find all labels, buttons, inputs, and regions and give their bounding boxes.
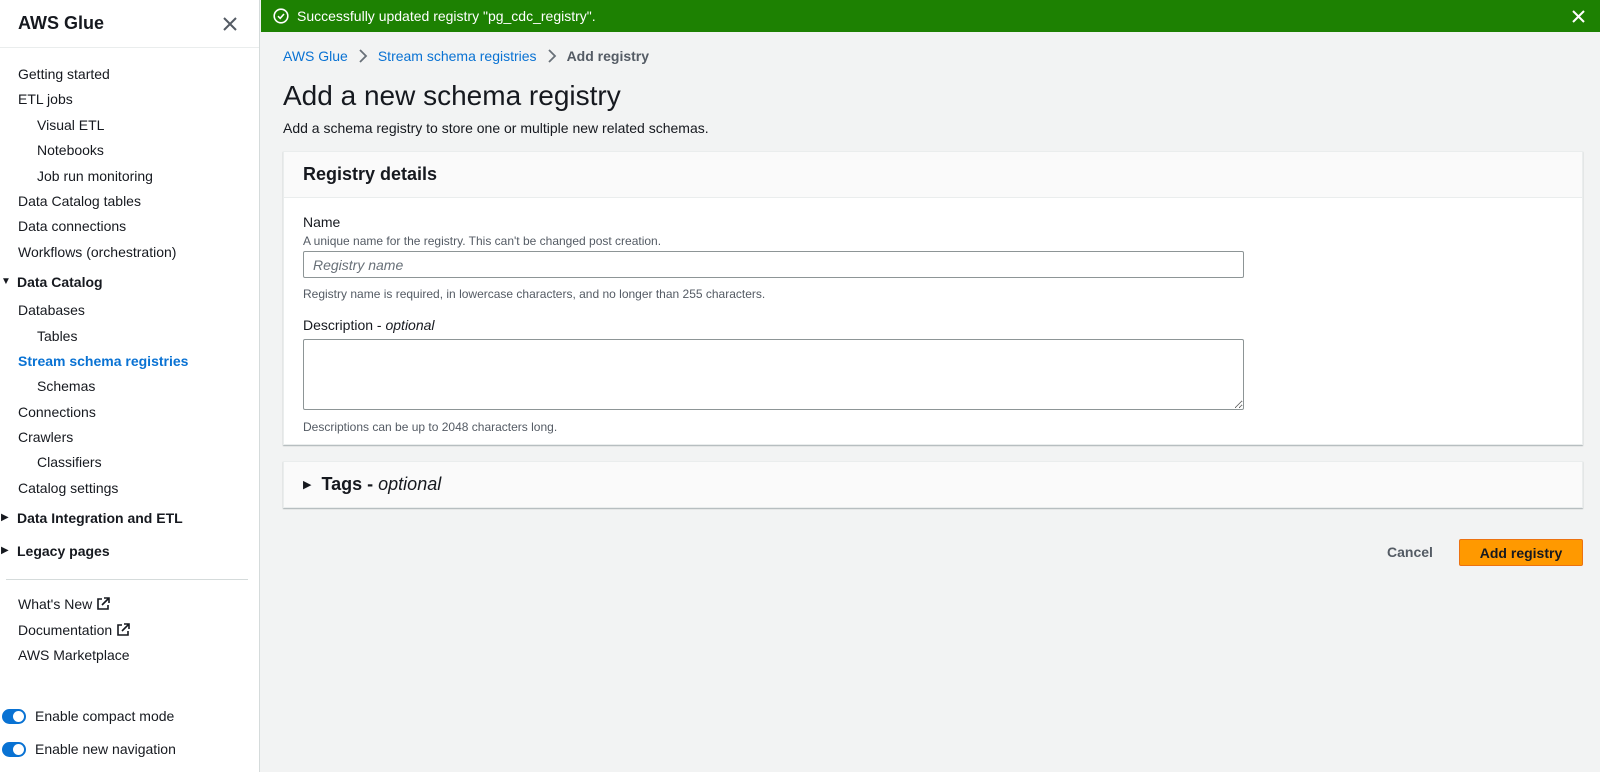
sidebar-header: AWS Glue [0, 0, 259, 48]
sidebar-item-databases[interactable]: Databases [0, 298, 260, 323]
sidebar-item-etl-jobs[interactable]: ETL jobs [0, 87, 260, 112]
dismiss-icon[interactable] [1568, 6, 1588, 26]
description-label-text: Description [303, 317, 374, 333]
sidebar-item-stream-schema-registries[interactable]: Stream schema registries [0, 349, 260, 374]
tags-label: Tags [321, 474, 363, 494]
page-title: Add a new schema registry [283, 80, 621, 111]
section-label: Data Catalog [17, 273, 103, 290]
chevron-right-icon [547, 49, 557, 63]
sidebar-link-documentation[interactable]: Documentation [0, 618, 260, 643]
sidebar-link-aws-marketplace[interactable]: AWS Marketplace [0, 643, 260, 668]
success-check-icon [273, 8, 289, 24]
breadcrumb-aws-glue[interactable]: AWS Glue [283, 48, 348, 64]
sidebar-item-schemas[interactable]: Schemas [0, 374, 260, 399]
sidebar-item-crawlers[interactable]: Crawlers [0, 425, 260, 450]
cancel-button[interactable]: Cancel [1370, 538, 1450, 566]
optional-text: optional [378, 474, 442, 494]
section-data-integration[interactable]: ▶ Data Integration and ETL [0, 501, 260, 534]
description-textarea[interactable] [303, 339, 1244, 410]
breadcrumb: AWS Glue Stream schema registries Add re… [283, 48, 649, 64]
caret-right-icon: ▶ [1, 545, 9, 557]
tags-expandable-section[interactable]: ▶ Tags - optional [283, 461, 1583, 508]
section-label: Legacy pages [17, 542, 110, 559]
optional-text: optional [385, 317, 435, 333]
link-label: Documentation [18, 621, 113, 638]
sidebar-item-tables[interactable]: Tables [0, 324, 260, 349]
toggle-label: Enable compact mode [35, 708, 175, 724]
registry-name-input[interactable] [303, 251, 1244, 278]
sidebar-item-workflows[interactable]: Workflows (orchestration) [0, 240, 260, 265]
caret-down-icon: ▼ [1, 276, 11, 288]
panel-heading: Registry details [284, 152, 1582, 198]
chevron-right-icon [358, 49, 368, 63]
add-registry-button[interactable]: Add registry [1459, 539, 1583, 566]
section-legacy-pages[interactable]: ▶ Legacy pages [0, 534, 260, 567]
sidebar-item-getting-started[interactable]: Getting started [0, 62, 260, 87]
external-link-icon [117, 622, 130, 636]
description-constraint: Descriptions can be up to 2048 character… [303, 420, 558, 434]
caret-right-icon: ▶ [303, 479, 312, 491]
link-label: What's New [18, 596, 93, 613]
caret-right-icon: ▶ [1, 512, 9, 524]
sidebar-item-classifiers[interactable]: Classifiers [0, 450, 260, 475]
page-subtitle: Add a schema registry to store one or mu… [283, 120, 709, 136]
sidebar-title[interactable]: AWS Glue [18, 13, 104, 34]
side-navigation: AWS Glue Getting started ETL jobs Visual… [0, 0, 260, 772]
description-label: Description - optional [303, 317, 435, 333]
sidebar-item-data-connections[interactable]: Data connections [0, 214, 260, 239]
external-link-icon [97, 597, 111, 611]
close-navigation-icon[interactable] [219, 13, 241, 35]
sidebar-item-notebooks[interactable]: Notebooks [0, 138, 260, 163]
flash-message: Successfully updated registry "pg_cdc_re… [297, 8, 596, 24]
breadcrumb-current: Add registry [566, 48, 650, 64]
breadcrumb-stream-schema-registries[interactable]: Stream schema registries [378, 48, 537, 64]
toggle-label: Enable new navigation [35, 741, 176, 757]
sidebar-item-catalog-settings[interactable]: Catalog settings [0, 476, 260, 501]
sidebar-divider [6, 579, 248, 581]
section-label: Data Integration and ETL [17, 509, 183, 526]
sidebar-item-visual-etl[interactable]: Visual ETL [0, 113, 260, 138]
section-data-catalog[interactable]: ▼ Data Catalog [0, 265, 260, 298]
registry-details-panel: Registry details Name A unique name for … [283, 151, 1583, 445]
success-flashbar: Successfully updated registry "pg_cdc_re… [261, 0, 1600, 32]
new-navigation-toggle-row[interactable]: Enable new navigation [0, 737, 176, 761]
compact-mode-toggle-row[interactable]: Enable compact mode [0, 704, 174, 728]
sidebar-item-connections[interactable]: Connections [0, 400, 260, 425]
sidebar-item-job-run-monitoring[interactable]: Job run monitoring [0, 164, 260, 189]
name-constraint: Registry name is required, in lowercase … [303, 287, 766, 301]
new-navigation-toggle[interactable] [2, 741, 26, 757]
sidebar-nav: Getting started ETL jobs Visual ETL Note… [0, 62, 260, 668]
sidebar-link-whats-new[interactable]: What's New [0, 592, 260, 617]
name-label: Name [303, 214, 341, 230]
sidebar-item-data-catalog-tables[interactable]: Data Catalog tables [0, 189, 260, 214]
compact-mode-toggle[interactable] [2, 708, 26, 724]
tags-heading: Tags - optional [321, 474, 442, 494]
name-description: A unique name for the registry. This can… [303, 234, 662, 248]
